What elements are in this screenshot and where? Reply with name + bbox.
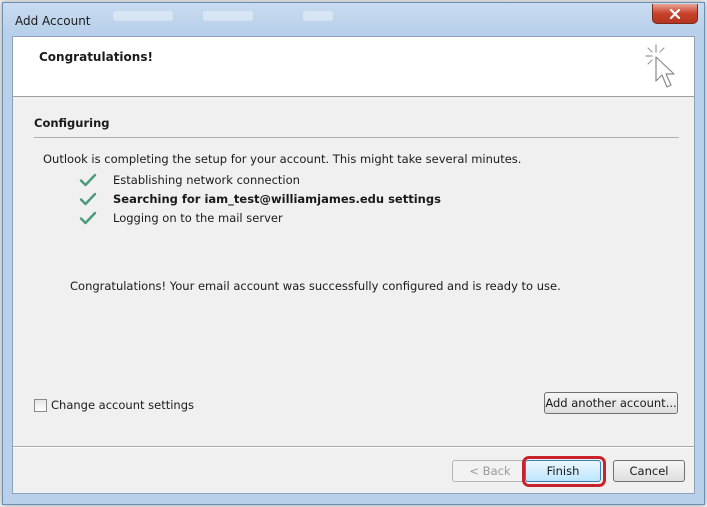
step-item: Establishing network connection [79, 171, 300, 189]
close-button[interactable] [652, 4, 698, 24]
success-message: Congratulations! Your email account was … [70, 279, 561, 293]
checkmark-icon [79, 192, 97, 206]
add-another-account-button[interactable]: Add another account... [544, 392, 678, 414]
cursor-sparkle-icon [645, 44, 675, 88]
dialog-header: Congratulations! [13, 37, 694, 97]
header-title: Congratulations! [39, 50, 153, 64]
change-settings-checkbox[interactable] [34, 398, 47, 412]
window-title: Add Account [15, 14, 91, 28]
checkmark-icon [79, 173, 97, 187]
section-divider [34, 137, 679, 138]
step-label: Searching for iam_test@williamjames.edu … [113, 192, 441, 206]
background-blur [303, 11, 333, 21]
background-blur [203, 11, 253, 21]
step-item: Logging on to the mail server [79, 209, 283, 227]
footer-divider-highlight [13, 447, 694, 448]
section-label: Configuring [34, 116, 110, 130]
intro-text: Outlook is completing the setup for your… [43, 152, 522, 166]
dialog-body: Congratulations! Configuring Outlook is … [12, 36, 695, 494]
title-bar[interactable]: Add Account [3, 3, 704, 36]
change-settings-label[interactable]: Change account settings [51, 398, 194, 412]
step-item: Searching for iam_test@williamjames.edu … [79, 190, 441, 208]
close-icon [669, 8, 681, 19]
add-account-dialog: Add Account Congratulations! Configuring [2, 2, 705, 505]
background-blur [113, 11, 173, 21]
cancel-button[interactable]: Cancel [613, 460, 685, 482]
checkmark-icon [79, 211, 97, 225]
back-button[interactable]: < Back [452, 460, 528, 482]
change-account-settings-option[interactable]: Change account settings [34, 398, 194, 412]
step-label: Logging on to the mail server [113, 211, 283, 225]
step-label: Establishing network connection [113, 173, 300, 187]
finish-highlight-annotation [522, 456, 606, 487]
